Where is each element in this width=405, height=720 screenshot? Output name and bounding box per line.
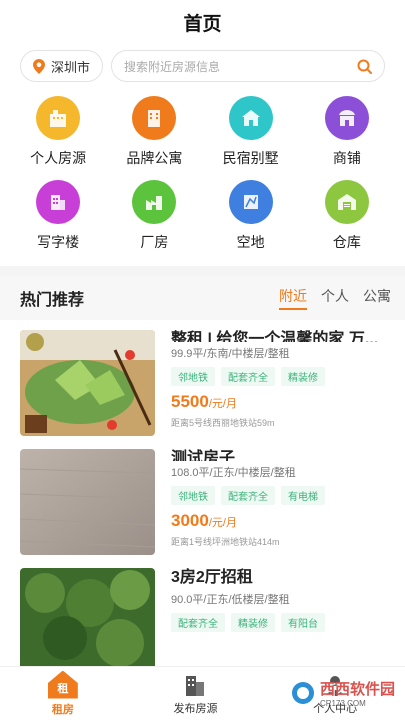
category-label: 厂房 bbox=[140, 234, 169, 250]
factory-icon bbox=[132, 180, 177, 224]
search-input[interactable]: 搜索附近房源信息 bbox=[111, 50, 385, 82]
listing-info: 测试房子 108.0平/正东/中楼层/整租 邻地铁 配套齐全 有电梯 3000/… bbox=[171, 449, 385, 548]
hot-recommend-bar: 热门推荐 附近 个人 公寓 bbox=[0, 276, 405, 320]
tab-nearby[interactable]: 附近 bbox=[279, 286, 307, 310]
nav-rent-label: 租房 bbox=[51, 703, 74, 716]
category-label: 品牌公寓 bbox=[126, 150, 183, 166]
category-label: 民宿别墅 bbox=[222, 150, 279, 166]
villa-icon bbox=[228, 96, 273, 140]
building-icon bbox=[36, 96, 81, 140]
category-office[interactable]: 写字楼 bbox=[10, 180, 106, 252]
price-value: 5500 bbox=[171, 392, 209, 411]
home-icon-text: 租 bbox=[57, 682, 69, 695]
tab-personal[interactable]: 个人 bbox=[321, 286, 349, 310]
nav-rent[interactable]: 租 租房 bbox=[47, 670, 78, 717]
category-factory[interactable]: 厂房 bbox=[106, 180, 202, 252]
apartment-icon bbox=[132, 96, 177, 140]
listing-photo bbox=[20, 568, 155, 674]
category-label: 仓库 bbox=[332, 234, 361, 250]
listing-price: 3000/元/月 bbox=[171, 511, 385, 531]
location-pin-icon bbox=[33, 58, 45, 74]
category-brand-apartment[interactable]: 品牌公寓 bbox=[106, 96, 202, 168]
land-icon bbox=[228, 180, 273, 224]
listing-title: 整租 | 给您一个温馨的家 万... bbox=[171, 331, 379, 342]
nav-publish-label: 发布房源 bbox=[173, 702, 218, 715]
listing-tag: 配套齐全 bbox=[221, 486, 275, 505]
listing-tag: 配套齐全 bbox=[221, 367, 275, 386]
listing-tag: 邻地铁 bbox=[171, 486, 215, 505]
listing-distance: 距离1号线坪洲地铁站414m bbox=[171, 537, 280, 547]
tab-apartment[interactable]: 公寓 bbox=[363, 286, 391, 310]
listing-spec: 99.9平/东南/中楼层/整租 bbox=[171, 348, 290, 360]
app-header: 首页 bbox=[0, 0, 405, 44]
listing-tag: 精装修 bbox=[231, 613, 275, 632]
listing-title: 3房2厅招租 bbox=[171, 569, 253, 586]
listing-tags: 邻地铁 配套齐全 有电梯 bbox=[171, 486, 385, 505]
listing-tags: 邻地铁 配套齐全 精装修 bbox=[171, 367, 385, 386]
category-personal[interactable]: 个人房源 bbox=[10, 96, 106, 168]
category-label: 商铺 bbox=[332, 150, 361, 166]
listing-item[interactable]: 整租 | 给您一个温馨的家 万... 99.9平/东南/中楼层/整租 邻地铁 配… bbox=[0, 320, 405, 439]
listing-item[interactable]: 3房2厅招租 90.0平/正东/低楼层/整租 配套齐全 精装修 有阳台 bbox=[0, 558, 405, 677]
page-title: 首页 bbox=[183, 13, 222, 35]
category-label: 个人房源 bbox=[30, 150, 87, 166]
category-land[interactable]: 空地 bbox=[203, 180, 299, 252]
listing-tag: 有阳台 bbox=[281, 613, 325, 632]
listing-tag: 有电梯 bbox=[281, 486, 325, 505]
listing-tag: 配套齐全 bbox=[171, 613, 225, 632]
listing-item[interactable]: 测试房子 108.0平/正东/中楼层/整租 邻地铁 配套齐全 有电梯 3000/… bbox=[0, 439, 405, 558]
listing-distance: 距离5号线西丽地铁站59m bbox=[171, 418, 275, 428]
listing-info: 3房2厅招租 90.0平/正东/低楼层/整租 配套齐全 精装修 有阳台 bbox=[171, 568, 385, 667]
listing-price: 5500/元/月 bbox=[171, 392, 385, 412]
search-icon[interactable] bbox=[357, 59, 372, 74]
listing-spec: 90.0平/正东/低楼层/整租 bbox=[171, 594, 290, 606]
category-shop[interactable]: 商铺 bbox=[299, 96, 395, 168]
listing-title: 测试房子 bbox=[171, 450, 236, 461]
category-label: 空地 bbox=[236, 234, 265, 250]
publish-building-icon bbox=[186, 675, 205, 696]
search-row: 深圳市 搜索附近房源信息 bbox=[0, 46, 405, 86]
listing-tag: 精装修 bbox=[281, 367, 325, 386]
listing-tag: 邻地铁 bbox=[171, 367, 215, 386]
price-unit: /元/月 bbox=[208, 398, 237, 410]
category-homestay-villa[interactable]: 民宿别墅 bbox=[203, 96, 299, 168]
price-value: 3000 bbox=[171, 511, 209, 530]
filter-tabs: 附近 个人 公寓 bbox=[279, 286, 391, 310]
search-placeholder: 搜索附近房源信息 bbox=[124, 59, 221, 74]
home-rent-icon: 租 bbox=[47, 670, 78, 699]
hot-recommend-title: 热门推荐 bbox=[20, 292, 85, 309]
watermark: 西西软件园 CR173.COM bbox=[290, 678, 395, 708]
category-label: 写字楼 bbox=[37, 234, 80, 250]
nav-publish[interactable]: 发布房源 bbox=[173, 672, 217, 716]
listing-spec: 108.0平/正东/中楼层/整租 bbox=[171, 467, 296, 479]
listing-info: 整租 | 给您一个温馨的家 万... 99.9平/东南/中楼层/整租 邻地铁 配… bbox=[171, 330, 385, 429]
watermark-logo-icon bbox=[291, 682, 314, 704]
listing-list: 整租 | 给您一个温馨的家 万... 99.9平/东南/中楼层/整租 邻地铁 配… bbox=[0, 320, 405, 677]
category-warehouse[interactable]: 仓库 bbox=[299, 180, 395, 252]
city-label: 深圳市 bbox=[51, 59, 91, 75]
section-divider bbox=[0, 266, 405, 276]
shop-icon bbox=[324, 96, 369, 140]
city-selector[interactable]: 深圳市 bbox=[20, 50, 104, 82]
price-unit: /元/月 bbox=[208, 517, 237, 529]
listing-photo bbox=[20, 449, 155, 555]
warehouse-icon bbox=[324, 180, 369, 224]
category-grid: 个人房源 品牌公寓 民宿别墅 商铺 写字楼 厂房 空地 仓库 bbox=[0, 86, 405, 252]
listing-tags: 配套齐全 精装修 有阳台 bbox=[171, 613, 385, 632]
watermark-brand: 西西软件园 bbox=[319, 681, 395, 698]
office-icon bbox=[36, 180, 81, 224]
watermark-sub: CR173.COM bbox=[319, 699, 366, 708]
listing-photo bbox=[20, 330, 155, 436]
